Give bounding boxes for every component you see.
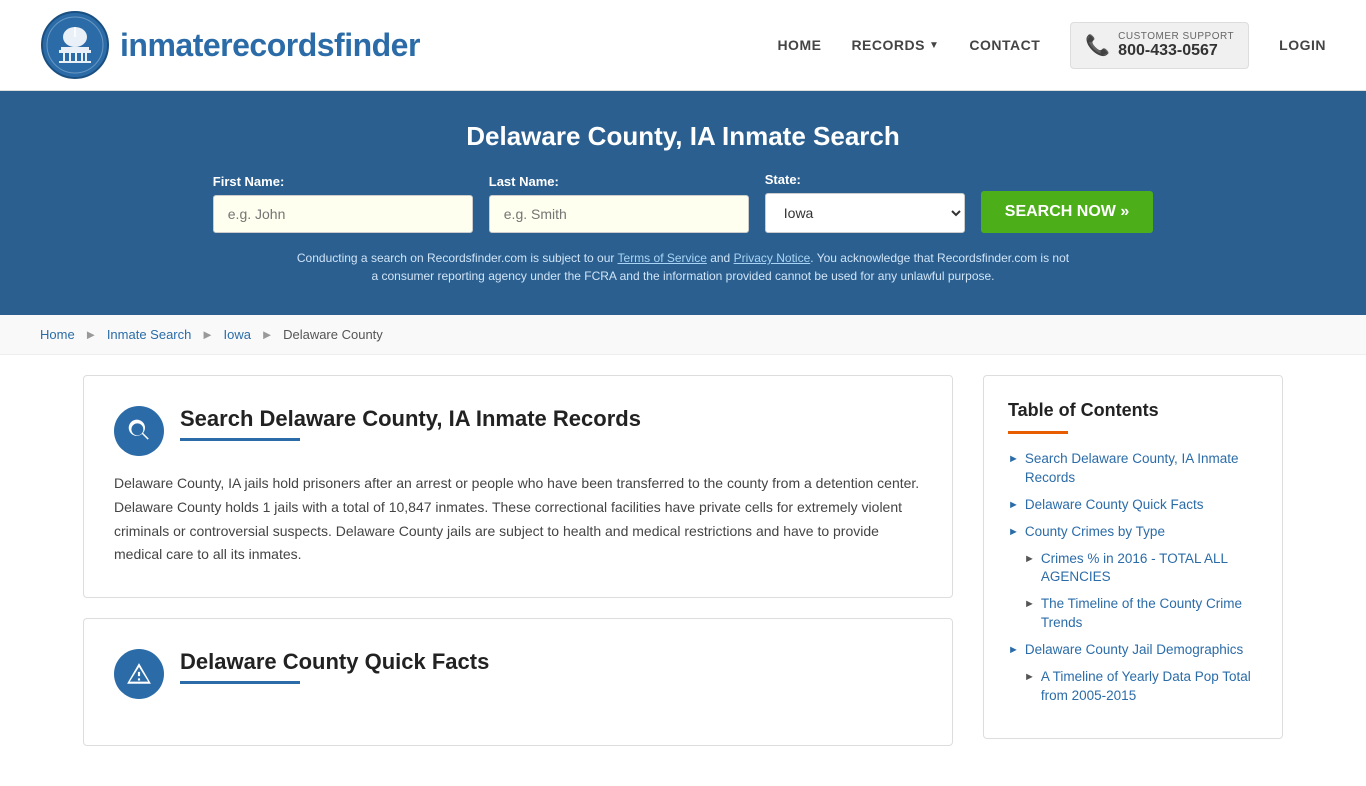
main-content: Search Delaware County, IA Inmate Record… <box>43 355 1323 786</box>
toc-chevron-0: ► <box>1008 452 1019 467</box>
toc-list: ► Search Delaware County, IA Inmate Reco… <box>1008 450 1258 706</box>
toc-link-0[interactable]: ► Search Delaware County, IA Inmate Reco… <box>1008 450 1258 488</box>
breadcrumb-home[interactable]: Home <box>40 327 75 342</box>
state-select[interactable]: Iowa Alabama Alaska California Colorado … <box>765 193 965 233</box>
toc-item-0: ► Search Delaware County, IA Inmate Reco… <box>1008 450 1258 488</box>
breadcrumb: Home ► Inmate Search ► Iowa ► Delaware C… <box>0 315 1366 355</box>
privacy-link[interactable]: Privacy Notice <box>734 251 811 265</box>
customer-support-box[interactable]: 📞 CUSTOMER SUPPORT 800-433-0567 <box>1070 22 1249 69</box>
support-number: 800-433-0567 <box>1118 42 1234 60</box>
breadcrumb-current: Delaware County <box>283 327 383 342</box>
phone-icon: 📞 <box>1085 33 1110 58</box>
toc-link-1[interactable]: ► Delaware County Quick Facts <box>1008 496 1258 515</box>
toc-link-4[interactable]: ► The Timeline of the County Crime Trend… <box>1024 595 1258 633</box>
alert-icon <box>126 661 152 687</box>
main-section-body: Delaware County, IA jails hold prisoners… <box>114 472 922 567</box>
toc-link-3[interactable]: ► Crimes % in 2016 - TOTAL ALL AGENCIES <box>1024 550 1258 588</box>
table-of-contents: Table of Contents ► Search Delaware Coun… <box>983 375 1283 739</box>
nav-home[interactable]: HOME <box>777 37 821 53</box>
first-name-label: First Name: <box>213 174 285 189</box>
logo-icon <box>40 10 110 80</box>
quick-facts-section: Delaware County Quick Facts <box>83 618 953 746</box>
toc-link-5[interactable]: ► Delaware County Jail Demographics <box>1008 641 1258 660</box>
toc-item-1: ► Delaware County Quick Facts <box>1008 496 1258 515</box>
toc-chevron-2: ► <box>1008 525 1019 540</box>
toc-item-2: ► County Crimes by Type <box>1008 523 1258 542</box>
search-banner: Delaware County, IA Inmate Search First … <box>0 91 1366 315</box>
first-name-group: First Name: <box>213 174 473 233</box>
support-label: CUSTOMER SUPPORT <box>1118 31 1234 42</box>
title-underline <box>180 438 300 441</box>
chevron-down-icon: ▼ <box>929 40 939 51</box>
logo-text: inmaterecordsfinder <box>120 27 420 64</box>
toc-item-5: ► Delaware County Jail Demographics <box>1008 641 1258 660</box>
breadcrumb-inmate-search[interactable]: Inmate Search <box>107 327 192 342</box>
disclaimer-text: Conducting a search on Recordsfinder.com… <box>293 249 1073 285</box>
search-section-icon <box>114 406 164 456</box>
site-header: inmaterecordsfinder HOME RECORDS ▼ CONTA… <box>0 0 1366 91</box>
toc-link-6[interactable]: ► A Timeline of Yearly Data Pop Total fr… <box>1024 668 1258 706</box>
nav-login[interactable]: LOGIN <box>1279 37 1326 53</box>
nav-records[interactable]: RECORDS ▼ <box>851 37 939 53</box>
state-label: State: <box>765 172 801 187</box>
page-title: Delaware County, IA Inmate Search <box>40 121 1326 152</box>
breadcrumb-sep-3: ► <box>261 327 274 342</box>
main-section-title: Search Delaware County, IA Inmate Record… <box>180 406 922 432</box>
search-form: First Name: Last Name: State: Iowa Alaba… <box>40 172 1326 233</box>
toc-chevron-1: ► <box>1008 498 1019 513</box>
last-name-group: Last Name: <box>489 174 749 233</box>
toc-divider <box>1008 431 1068 434</box>
quick-facts-title: Delaware County Quick Facts <box>180 649 922 675</box>
section-header: Search Delaware County, IA Inmate Record… <box>114 406 922 456</box>
search-button[interactable]: SEARCH NOW » <box>981 191 1153 233</box>
breadcrumb-iowa[interactable]: Iowa <box>223 327 250 342</box>
toc-link-2[interactable]: ► County Crimes by Type <box>1008 523 1258 542</box>
tos-link[interactable]: Terms of Service <box>618 251 707 265</box>
toc-chevron-5: ► <box>1008 643 1019 658</box>
state-group: State: Iowa Alabama Alaska California Co… <box>765 172 965 233</box>
toc-chevron-3: ► <box>1024 552 1035 567</box>
breadcrumb-sep-1: ► <box>84 327 97 342</box>
first-name-input[interactable] <box>213 195 473 233</box>
nav-contact[interactable]: CONTACT <box>969 37 1040 53</box>
magnifier-icon <box>126 418 152 444</box>
breadcrumb-sep-2: ► <box>201 327 214 342</box>
inmate-records-section: Search Delaware County, IA Inmate Record… <box>83 375 953 598</box>
sidebar: Table of Contents ► Search Delaware Coun… <box>983 375 1283 766</box>
last-name-label: Last Name: <box>489 174 559 189</box>
logo[interactable]: inmaterecordsfinder <box>40 10 420 80</box>
toc-item-6: ► A Timeline of Yearly Data Pop Total fr… <box>1024 668 1258 706</box>
toc-chevron-4: ► <box>1024 597 1035 612</box>
last-name-input[interactable] <box>489 195 749 233</box>
toc-title: Table of Contents <box>1008 400 1258 421</box>
quick-facts-icon <box>114 649 164 699</box>
left-content: Search Delaware County, IA Inmate Record… <box>83 375 983 766</box>
toc-item-4: ► The Timeline of the County Crime Trend… <box>1024 595 1258 633</box>
toc-chevron-6: ► <box>1024 670 1035 685</box>
quick-facts-header: Delaware County Quick Facts <box>114 649 922 699</box>
toc-item-3: ► Crimes % in 2016 - TOTAL ALL AGENCIES <box>1024 550 1258 588</box>
main-nav: HOME RECORDS ▼ CONTACT 📞 CUSTOMER SUPPOR… <box>777 22 1326 69</box>
quick-facts-underline <box>180 681 300 684</box>
